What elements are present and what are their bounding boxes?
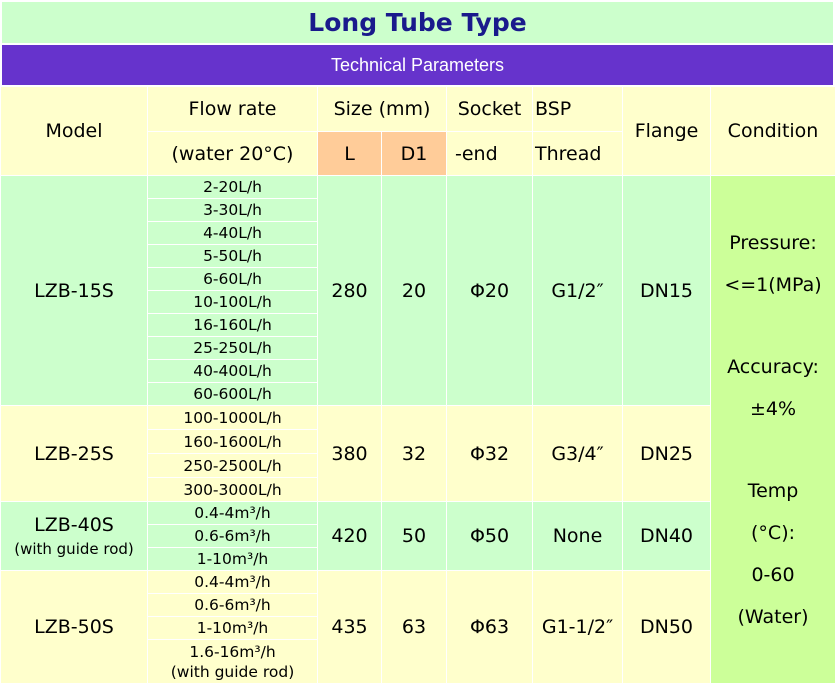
condition-spacer — [712, 306, 835, 346]
condition-spacer — [712, 430, 835, 470]
size-l-cell: 380 — [317, 405, 382, 502]
model-lzb-15s: LZB-15S — [0, 175, 148, 406]
socket-cell: Φ20 — [446, 175, 534, 406]
flange-cell: DN40 — [622, 501, 712, 571]
flow-cell: 0.6-6m³/h — [147, 593, 318, 617]
flow-cell: 100-1000L/h — [147, 405, 318, 430]
flow-cell: 1-10m³/h — [147, 547, 318, 571]
flow-cell: 0.6-6m³/h — [147, 524, 318, 548]
accuracy-label: Accuracy: — [727, 355, 819, 378]
size-d1-cell: 50 — [380, 501, 448, 571]
socket-cell: Φ32 — [446, 405, 534, 502]
flow-cell: 3-30L/h — [147, 198, 318, 222]
flow-cell: 2-20L/h — [147, 175, 318, 199]
model-lzb-50s: LZB-50S — [0, 570, 148, 684]
section-subtitle: Technical Parameters — [2, 45, 833, 85]
model-lzb-25s: LZB-25S — [0, 405, 148, 502]
flow-cell: 5-50L/h — [147, 244, 318, 268]
flow-note: (with guide rod) — [170, 662, 295, 681]
header-size: Size (mm) — [316, 86, 448, 132]
spec-sheet: Long Tube Type Technical Parameters Mode… — [0, 0, 835, 693]
size-d1-cell: 63 — [380, 570, 448, 684]
spec-table: Model Flow rate Size (mm) Socket BSP Fla… — [0, 86, 835, 684]
size-l-cell: 420 — [317, 501, 382, 571]
header-flange: Flange — [622, 86, 712, 176]
flow-cell: 160-1600L/h — [147, 429, 318, 454]
flow-cell: 10-100L/h — [147, 290, 318, 314]
header-size-l: L — [317, 131, 382, 176]
flow-cell: 250-2500L/h — [147, 453, 318, 478]
header-bsp-thread: Thread — [532, 131, 624, 176]
temp-unit: (°C): — [751, 521, 796, 544]
bsp-cell: G3/4″ — [532, 405, 624, 502]
socket-cell: Φ63 — [446, 570, 534, 684]
size-d1-cell: 32 — [380, 405, 448, 502]
size-l-cell: 280 — [317, 175, 382, 406]
flow-cell: 4-40L/h — [147, 221, 318, 245]
model-note: (with guide rod) — [14, 540, 134, 558]
flange-cell: DN15 — [622, 175, 712, 406]
flow-cell: 0.4-4m³/h — [147, 501, 318, 525]
flange-cell: DN25 — [622, 405, 712, 502]
model-lzb-40s: LZB-40S (with guide rod) — [0, 501, 148, 571]
temp-label: Temp — [747, 479, 799, 502]
flange-cell: DN50 — [622, 570, 712, 684]
flow-cell: 60-600L/h — [147, 382, 318, 406]
size-d1-cell: 20 — [380, 175, 448, 406]
header-socket: Socket — [446, 86, 534, 132]
accuracy-value: ±4% — [749, 397, 797, 420]
flow-cell: 300-3000L/h — [147, 477, 318, 502]
socket-cell: Φ50 — [446, 501, 534, 571]
bsp-cell: G1-1/2″ — [532, 570, 624, 684]
pressure-label: Pressure: — [729, 231, 817, 254]
pressure-value: <=1(MPa) — [724, 273, 822, 296]
flow-value: 1.6-16m³/h — [189, 642, 276, 661]
header-model: Model — [0, 86, 148, 176]
temp-medium: (Water) — [737, 605, 809, 628]
flow-cell: 16-160L/h — [147, 313, 318, 337]
model-name: LZB-40S — [34, 514, 114, 536]
temp-value: 0-60 — [751, 563, 795, 586]
header-bsp: BSP — [532, 86, 624, 132]
header-socket-end: -end — [446, 131, 534, 176]
flow-cell: 0.4-4m³/h — [147, 570, 318, 594]
flow-cell: 40-400L/h — [147, 359, 318, 383]
page-title: Long Tube Type — [2, 2, 833, 43]
size-l-cell: 435 — [317, 570, 382, 684]
bsp-cell: G1/2″ — [532, 175, 624, 406]
condition-cell: Pressure: <=1(MPa) Accuracy: ±4% Temp (°… — [710, 175, 835, 684]
bsp-cell: None — [532, 501, 624, 571]
flow-cell: 1.6-16m³/h (with guide rod) — [147, 639, 318, 684]
flow-cell: 25-250L/h — [147, 336, 318, 360]
header-flow-rate-note: (water 20°C) — [147, 131, 318, 176]
flow-cell: 1-10m³/h — [147, 616, 318, 640]
header-condition: Condition — [710, 86, 835, 176]
header-size-d1: D1 — [380, 131, 448, 176]
flow-cell: 6-60L/h — [147, 267, 318, 291]
header-flow-rate: Flow rate — [147, 86, 318, 132]
